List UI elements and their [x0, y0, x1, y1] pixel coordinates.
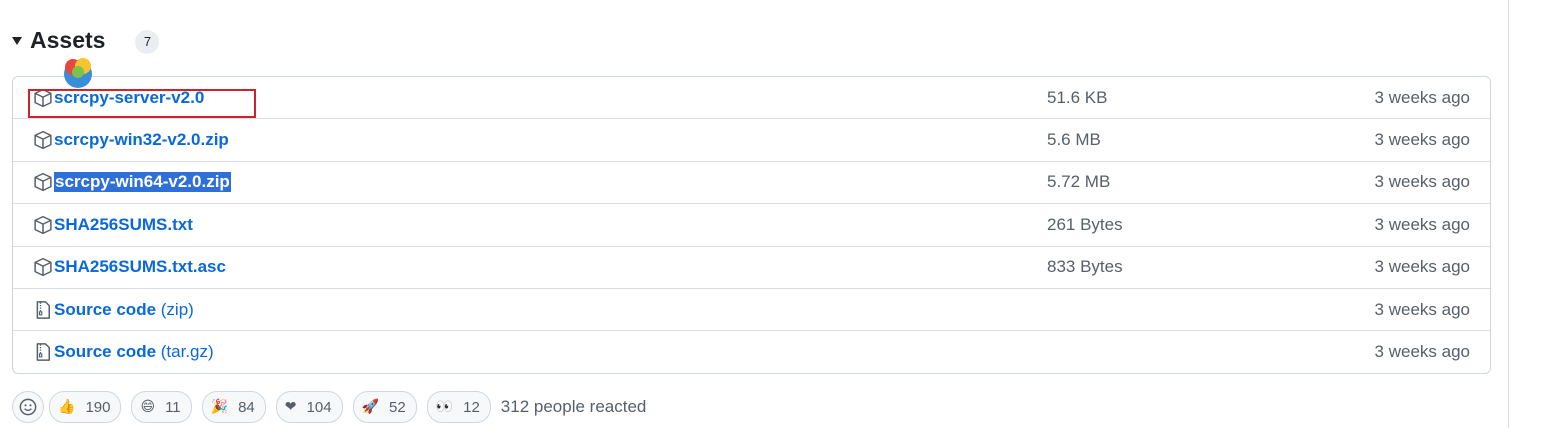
asset-row: SHA256SUMS.txt.asc 833 Bytes 3 weeks ago	[13, 245, 1490, 288]
asset-row: scrcpy-win64-v2.0.zip 5.72 MB 3 weeks ago	[13, 160, 1490, 203]
asset-timestamp: 3 weeks ago	[1374, 299, 1470, 319]
asset-size: 5.72 MB	[1047, 172, 1111, 192]
asset-timestamp: 3 weeks ago	[1374, 130, 1470, 150]
reaction-laugh-button[interactable]: 😄 11	[131, 391, 192, 423]
package-icon	[33, 215, 53, 235]
thumbs-up-icon: 👍	[58, 399, 76, 415]
reaction-hooray-button[interactable]: 🎉 84	[201, 391, 266, 423]
asset-size: 51.6 KB	[1047, 87, 1108, 107]
file-zip-icon	[33, 300, 53, 320]
add-reaction-button[interactable]	[12, 391, 44, 423]
asset-name: SHA256SUMS.txt	[54, 214, 193, 234]
reactions-bar: 👍 190 😄 11 🎉 84 ❤ 104 🚀 52 👀 12 312 people reacted	[12, 391, 646, 423]
asset-row: scrcpy-win32-v2.0.zip 5.6 MB 3 weeks ago	[13, 118, 1490, 160]
assets-count-badge: 7	[135, 30, 160, 54]
asset-timestamp: 3 weeks ago	[1374, 257, 1470, 277]
reaction-heart-button[interactable]: ❤ 104	[275, 391, 343, 423]
asset-timestamp: 3 weeks ago	[1374, 172, 1470, 192]
reaction-count: 190	[85, 398, 111, 416]
reaction-count: 52	[388, 398, 406, 416]
asset-row: Source code (tar.gz) 3 weeks ago	[13, 330, 1490, 372]
asset-name: Source code	[54, 342, 157, 362]
asset-name: scrcpy-win32-v2.0.zip	[54, 130, 229, 150]
asset-name-cell: SHA256SUMS.txt	[33, 215, 193, 235]
asset-download-link[interactable]: scrcpy-win64-v2.0.zip	[54, 172, 231, 193]
asset-name-cell: scrcpy-server-v2.0	[33, 88, 204, 108]
hooray-icon: 🎉	[210, 399, 229, 415]
asset-format-suffix: (zip)	[156, 299, 194, 319]
asset-download-link[interactable]: Source code (zip)	[54, 300, 194, 320]
asset-name-cell: Source code (tar.gz)	[33, 342, 214, 362]
asset-download-link[interactable]: SHA256SUMS.txt	[54, 215, 193, 235]
rocket-icon: 🚀	[361, 399, 379, 415]
reactions-summary: 312 people reacted	[500, 397, 647, 416]
asset-size: 261 Bytes	[1047, 214, 1123, 234]
package-icon	[33, 257, 53, 277]
asset-row: scrcpy-server-v2.0 51.6 KB 3 weeks ago	[13, 77, 1490, 118]
caret-down-icon	[12, 37, 22, 45]
assets-title: Assets	[30, 26, 106, 53]
reaction-count: 104	[306, 398, 332, 416]
reaction-eyes-button[interactable]: 👀 12	[426, 391, 491, 423]
reaction-count: 84	[238, 398, 255, 416]
asset-name: SHA256SUMS.txt.asc	[54, 257, 226, 277]
asset-timestamp: 3 weeks ago	[1374, 87, 1470, 107]
asset-name: Source code	[54, 299, 157, 319]
asset-download-link[interactable]: scrcpy-win32-v2.0.zip	[54, 130, 229, 150]
smiley-icon	[19, 398, 37, 416]
eyes-icon: 👀	[435, 399, 454, 415]
package-icon	[33, 88, 53, 108]
asset-size: 5.6 MB	[1047, 130, 1101, 150]
asset-format-suffix: (tar.gz)	[156, 342, 214, 362]
reaction-count: 11	[165, 398, 181, 416]
assets-list: scrcpy-server-v2.0 51.6 KB 3 weeks ago scrc…	[12, 76, 1491, 374]
package-icon	[33, 130, 53, 150]
release-assets-page: Assets 7 scrcpy-server-v2.0 51.6 KB 3 week…	[0, 0, 1562, 428]
asset-row: Source code (zip) 3 weeks ago	[13, 287, 1490, 330]
reaction-count: 12	[463, 398, 480, 416]
laugh-icon: 😄	[140, 399, 156, 415]
reaction-rocket-button[interactable]: 🚀 52	[352, 391, 417, 423]
package-icon	[33, 172, 53, 192]
asset-size: 833 Bytes	[1047, 257, 1123, 277]
asset-row: SHA256SUMS.txt 261 Bytes 3 weeks ago	[13, 203, 1490, 245]
asset-name-cell: scrcpy-win32-v2.0.zip	[33, 130, 229, 150]
asset-name: scrcpy-server-v2.0	[54, 87, 205, 107]
asset-name-cell: SHA256SUMS.txt.asc	[33, 257, 226, 277]
asset-download-link[interactable]: SHA256SUMS.txt.asc	[54, 257, 226, 277]
assets-toggle[interactable]: Assets 7	[12, 24, 160, 56]
heart-icon: ❤	[284, 399, 297, 415]
asset-name-cell: Source code (zip)	[33, 300, 194, 320]
file-zip-icon	[33, 342, 53, 362]
asset-download-link[interactable]: Source code (tar.gz)	[54, 342, 214, 362]
asset-name: scrcpy-win64-v2.0.zip	[55, 172, 230, 192]
reaction-thumbs-up-button[interactable]: 👍 190	[49, 391, 122, 423]
asset-name-cell: scrcpy-win64-v2.0.zip	[33, 172, 231, 193]
sidebar-divider	[1508, 0, 1509, 428]
asset-timestamp: 3 weeks ago	[1374, 214, 1470, 234]
asset-download-link[interactable]: scrcpy-server-v2.0	[54, 88, 204, 108]
asset-timestamp: 3 weeks ago	[1374, 342, 1470, 362]
